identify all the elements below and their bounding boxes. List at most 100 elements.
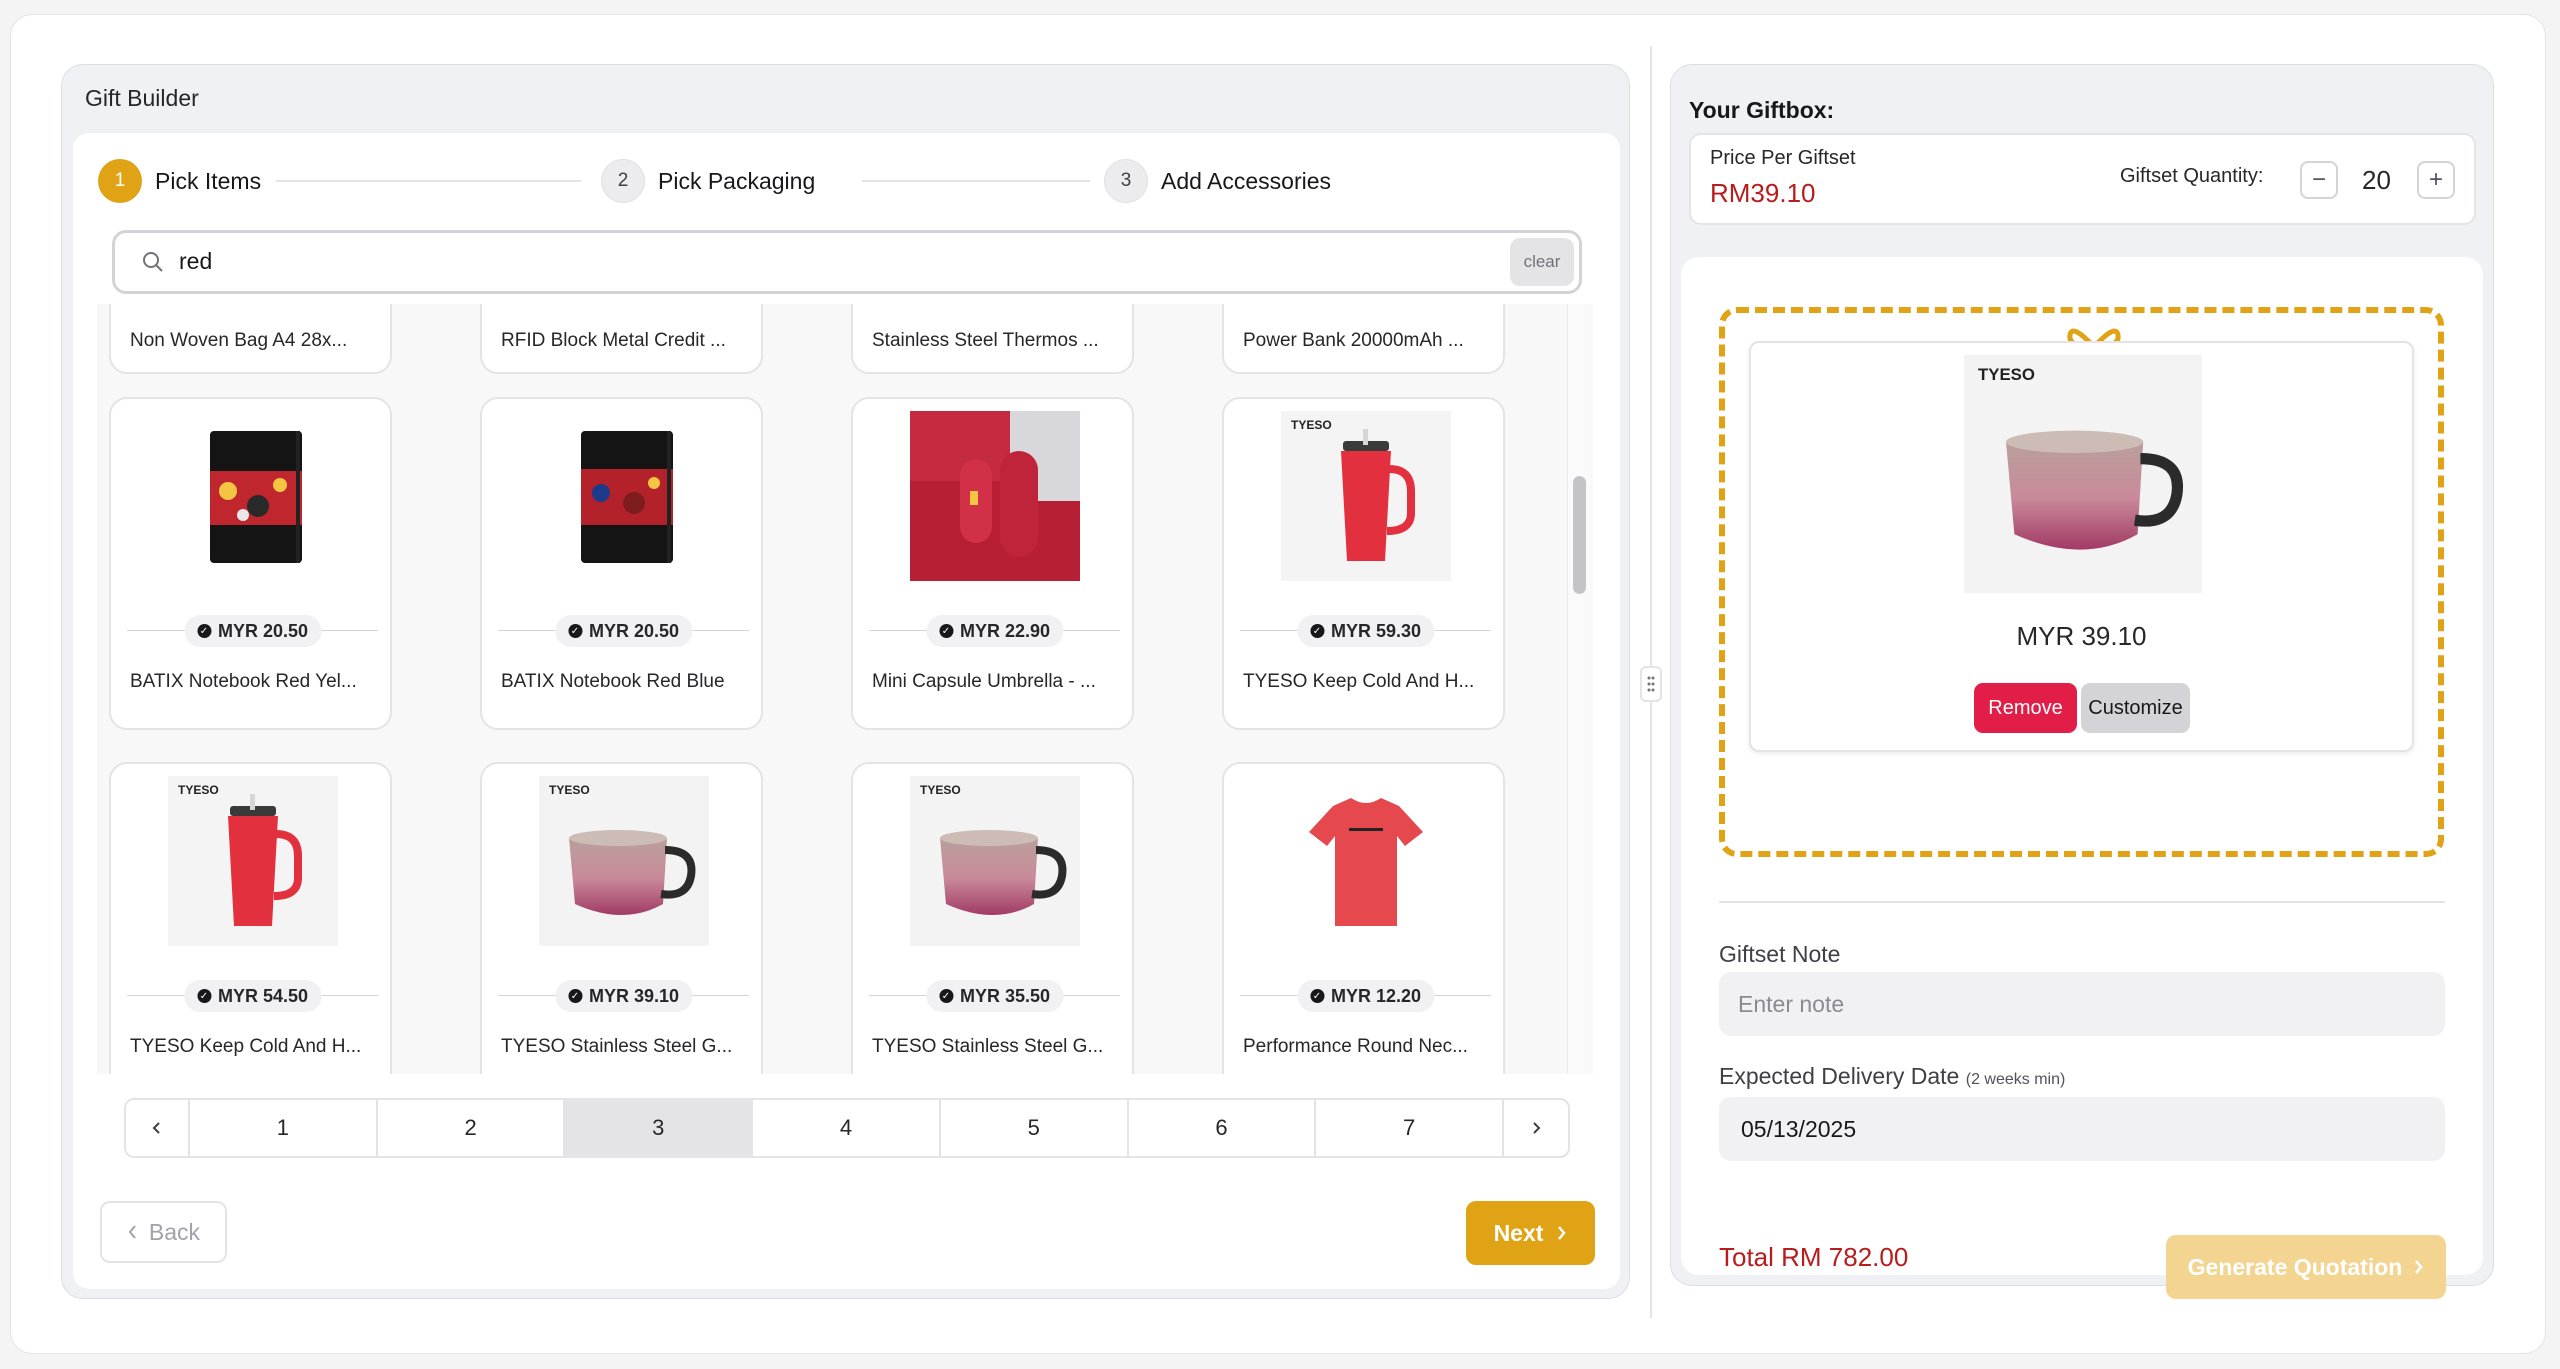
giftset-quantity-label: Giftset Quantity: xyxy=(2120,165,2264,187)
product-card[interactable]: ✓ MYR 22.90 Mini Capsule Umbrella - ... xyxy=(851,397,1134,730)
step-label: Pick Packaging xyxy=(658,167,816,194)
back-button[interactable]: Back xyxy=(100,1201,227,1263)
product-name: BATIX Notebook Red Blue xyxy=(501,671,725,692)
customize-item-button[interactable]: Customize xyxy=(2081,683,2190,733)
price-row: ✓ MYR 12.20 xyxy=(1240,980,1491,1012)
page-button-4[interactable]: 4 xyxy=(753,1100,941,1156)
product-price: MYR 20.50 xyxy=(217,620,309,641)
chevron-left-icon xyxy=(128,1225,136,1239)
product-image xyxy=(539,411,709,581)
product-card[interactable]: ✓ MYR 12.20 Performance Round Nec... xyxy=(1222,762,1505,1074)
chevron-right-icon xyxy=(2415,1260,2423,1274)
product-image xyxy=(168,776,338,946)
step-connector xyxy=(276,180,581,182)
product-card[interactable]: ✓ MYR 20.50 BATIX Notebook Red Yel... xyxy=(109,397,392,730)
product-name: BATIX Notebook Red Yel... xyxy=(130,671,357,692)
product-image xyxy=(1281,776,1451,946)
step-add-accessories[interactable]: 3 Add Accessories xyxy=(1104,158,1331,204)
product-image xyxy=(1281,411,1451,581)
product-name: TYESO Stainless Steel G... xyxy=(501,1036,733,1057)
giftbox-card: MYR 39.10 Remove Customize Giftset Note … xyxy=(1681,257,2483,1299)
product-name: TYESO Stainless Steel G... xyxy=(872,1036,1104,1057)
product-price: MYR 59.30 xyxy=(1330,620,1422,641)
pagination: 1 2 3 4 5 6 7 xyxy=(124,1098,1570,1158)
price-badge: ✓ MYR 20.50 xyxy=(554,615,693,647)
product-card[interactable]: RFID Block Metal Credit ... xyxy=(480,304,763,374)
delivery-date-input[interactable]: 05/13/2025 xyxy=(1719,1097,2445,1161)
giftbox-item: MYR 39.10 Remove Customize xyxy=(1749,341,2414,752)
product-card[interactable]: ✓ MYR 39.10 TYESO Stainless Steel G... xyxy=(480,762,763,1074)
product-grid-scrollbar[interactable] xyxy=(1567,304,1591,1074)
step-number: 1 xyxy=(98,159,142,203)
product-card[interactable]: ✓ MYR 35.50 TYESO Stainless Steel G... xyxy=(851,762,1134,1074)
page-button-7[interactable]: 7 xyxy=(1316,1100,1505,1156)
price-per-giftset-label: Price Per Giftset xyxy=(1710,147,1856,169)
step-label: Pick Items xyxy=(155,167,262,194)
price-row: ✓ MYR 22.90 xyxy=(869,615,1120,647)
gift-builder-title: Gift Builder xyxy=(85,85,199,111)
product-card[interactable]: ✓ MYR 59.30 TYESO Keep Cold And H... xyxy=(1222,397,1505,730)
quantity-increase-button[interactable]: + xyxy=(2417,161,2455,199)
product-card[interactable]: ✓ MYR 54.50 TYESO Keep Cold And H... xyxy=(109,762,392,1074)
generate-quotation-label: Generate Quotation xyxy=(2187,1253,2403,1280)
grip-icon xyxy=(1647,676,1655,692)
giftbox-item-image xyxy=(1963,355,2203,593)
next-button[interactable]: Next xyxy=(1466,1201,1595,1265)
giftbox-panel: Your Giftbox: Price Per Giftset RM39.10 … xyxy=(1670,64,2494,1299)
quantity-decrease-button[interactable]: − xyxy=(2300,161,2338,199)
resize-handle[interactable] xyxy=(1640,666,1662,702)
remove-item-button[interactable]: Remove xyxy=(1974,683,2077,733)
check-icon: ✓ xyxy=(938,624,953,638)
step-number: 2 xyxy=(601,159,645,203)
price-row: ✓ MYR 59.30 xyxy=(1240,615,1491,647)
scrollbar-thumb[interactable] xyxy=(1573,476,1586,594)
product-name: Performance Round Nec... xyxy=(1243,1036,1468,1057)
page-button-3[interactable]: 3 xyxy=(565,1100,754,1156)
check-icon: ✓ xyxy=(1309,989,1324,1003)
generate-quotation-button[interactable]: Generate Quotation xyxy=(2166,1235,2446,1299)
product-card[interactable]: Non Woven Bag A4 28x... xyxy=(109,304,392,374)
page-button-2[interactable]: 2 xyxy=(378,1100,566,1156)
price-row: ✓ MYR 54.50 xyxy=(127,980,378,1012)
product-image xyxy=(168,411,338,581)
product-grid: Non Woven Bag A4 28x... RFID Block Metal… xyxy=(97,304,1593,1074)
price-row: ✓ MYR 39.10 xyxy=(498,980,749,1012)
price-per-giftset-value: RM39.10 xyxy=(1710,178,1816,208)
giftset-quantity-value[interactable]: 20 xyxy=(2362,165,2391,196)
product-price: MYR 22.90 xyxy=(959,620,1051,641)
giftset-note-input[interactable]: Enter note xyxy=(1719,972,2445,1036)
search-icon xyxy=(143,252,163,272)
check-icon: ✓ xyxy=(196,989,211,1003)
product-card[interactable]: Stainless Steel Thermos ... xyxy=(851,304,1134,374)
product-price: MYR 54.50 xyxy=(217,985,309,1006)
step-connector xyxy=(862,180,1090,182)
total-price: Total RM 782.00 xyxy=(1719,1242,1909,1272)
page-button-1[interactable]: 1 xyxy=(190,1100,378,1156)
stepper: 1 Pick Items 2 Pick Packaging 3 Add Acce… xyxy=(98,158,1598,204)
step-label: Add Accessories xyxy=(1161,167,1332,194)
page-button-5[interactable]: 5 xyxy=(941,1100,1129,1156)
clear-search-button[interactable]: clear xyxy=(1510,238,1574,286)
chevron-right-icon xyxy=(1558,1226,1567,1240)
step-pick-items[interactable]: 1 Pick Items xyxy=(98,158,261,204)
prev-page-button[interactable] xyxy=(126,1100,190,1156)
price-badge: ✓ MYR 35.50 xyxy=(925,980,1064,1012)
next-page-button[interactable] xyxy=(1504,1100,1568,1156)
search-input[interactable]: red clear xyxy=(112,230,1582,294)
page-button-6[interactable]: 6 xyxy=(1129,1100,1317,1156)
price-badge: ✓ MYR 39.10 xyxy=(554,980,693,1012)
product-card[interactable]: ✓ MYR 20.50 BATIX Notebook Red Blue xyxy=(480,397,763,730)
price-badge: ✓ MYR 12.20 xyxy=(1296,980,1435,1012)
giftset-note-label: Giftset Note xyxy=(1719,941,1841,967)
check-icon: ✓ xyxy=(567,624,582,638)
price-badge: ✓ MYR 59.30 xyxy=(1296,615,1435,647)
price-row: ✓ MYR 20.50 xyxy=(498,615,749,647)
price-row: ✓ MYR 20.50 xyxy=(127,615,378,647)
gift-builder-card: 1 Pick Items 2 Pick Packaging 3 Add Acce… xyxy=(73,133,1620,1289)
gift-builder-panel: Gift Builder 1 Pick Items 2 Pick Packagi… xyxy=(61,64,1630,1299)
product-card[interactable]: Power Bank 20000mAh ... xyxy=(1222,304,1505,374)
step-pick-packaging[interactable]: 2 Pick Packaging xyxy=(601,158,815,204)
product-name: Non Woven Bag A4 28x... xyxy=(130,330,348,351)
product-price: MYR 20.50 xyxy=(588,620,680,641)
delivery-date-label-text: Expected Delivery Date xyxy=(1719,1063,1960,1089)
